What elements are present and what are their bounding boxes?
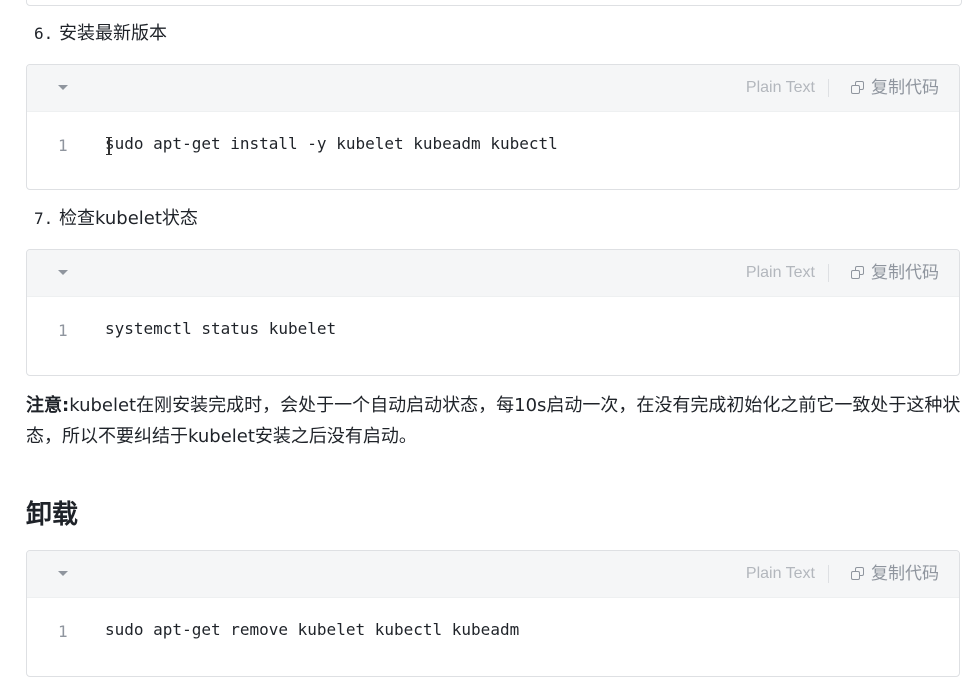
- copy-label: 复制代码: [871, 78, 939, 98]
- step-number: 7.: [34, 209, 54, 228]
- copy-label: 复制代码: [871, 263, 939, 283]
- code-block-remove: Plain Text 复制代码 1 sudo apt-get remove ku…: [26, 550, 960, 677]
- caret-down-icon[interactable]: [58, 571, 68, 576]
- text-cursor-icon: [106, 137, 112, 155]
- copy-icon: [851, 567, 865, 581]
- copy-code-button[interactable]: 复制代码: [851, 77, 939, 99]
- code-block-install: Plain Text 复制代码 1 sudo apt-get install -…: [26, 64, 960, 190]
- divider: [828, 264, 829, 282]
- code-block-header: Plain Text 复制代码: [27, 65, 959, 112]
- copy-code-button[interactable]: 复制代码: [851, 262, 939, 284]
- code-line[interactable]: sudo apt-get remove kubelet kubectl kube…: [105, 620, 519, 639]
- step-number: 6.: [34, 24, 54, 43]
- line-number: 1: [58, 321, 68, 340]
- step-label: 检查kubelet状态: [59, 208, 198, 229]
- code-line[interactable]: systemctl status kubelet: [105, 319, 336, 338]
- code-block-header: Plain Text 复制代码: [27, 551, 959, 598]
- copy-icon: [851, 266, 865, 280]
- copy-label: 复制代码: [871, 564, 939, 584]
- line-number: 1: [58, 136, 68, 155]
- copy-code-button[interactable]: 复制代码: [851, 563, 939, 585]
- step-7-heading: 7. 检查kubelet状态: [34, 207, 198, 231]
- language-label[interactable]: Plain Text: [746, 77, 815, 99]
- previous-code-block-edge: [26, 0, 962, 6]
- caret-down-icon[interactable]: [58, 270, 68, 275]
- divider: [828, 565, 829, 583]
- language-label[interactable]: Plain Text: [746, 262, 815, 284]
- divider: [828, 79, 829, 97]
- note-paragraph: 注意:kubelet在刚安装完成时，会处于一个自动启动状态，每10s启动一次，在…: [26, 390, 966, 452]
- code-block-header: Plain Text 复制代码: [27, 250, 959, 297]
- step-6-heading: 6. 安装最新版本: [34, 22, 167, 46]
- line-number: 1: [58, 622, 68, 641]
- note-label: 注意:: [26, 395, 70, 416]
- language-label[interactable]: Plain Text: [746, 563, 815, 585]
- note-text: kubelet在刚安装完成时，会处于一个自动启动状态，每10s启动一次，在没有完…: [26, 395, 961, 447]
- step-label: 安装最新版本: [59, 23, 167, 44]
- caret-down-icon[interactable]: [58, 85, 68, 90]
- code-block-status: Plain Text 复制代码 1 systemctl status kubel…: [26, 249, 960, 376]
- section-heading-uninstall: 卸载: [26, 500, 79, 530]
- code-line[interactable]: sudo apt-get install -y kubelet kubeadm …: [105, 134, 558, 153]
- copy-icon: [851, 81, 865, 95]
